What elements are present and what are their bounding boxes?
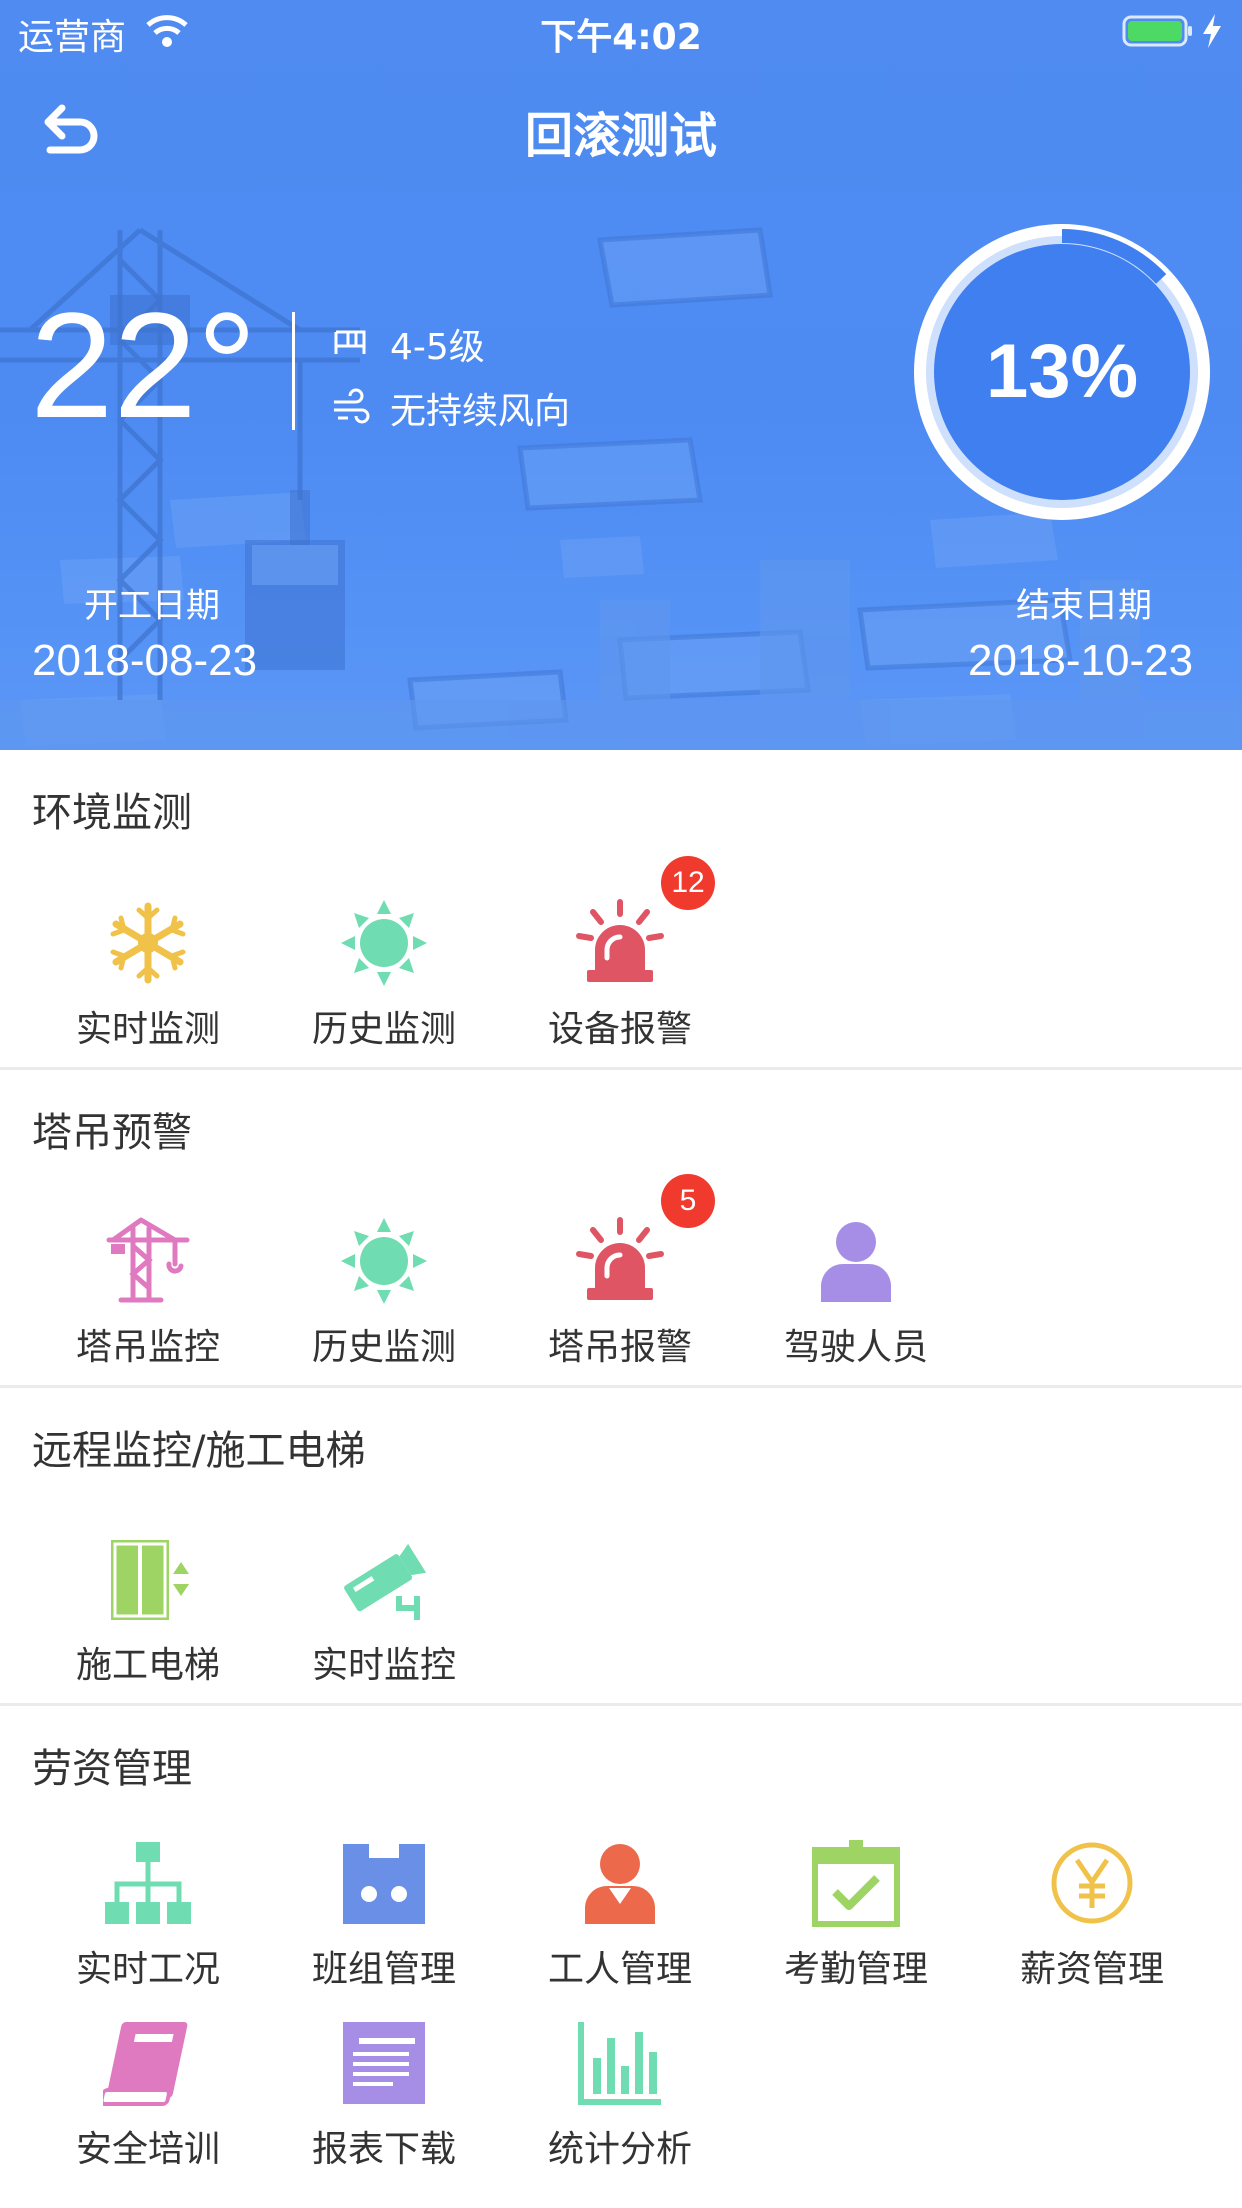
- menu-item-label: 驾驶人员: [783, 1327, 928, 1368]
- wind-direction-text: 无持续风向: [390, 391, 571, 432]
- yuan-coin-icon: [1051, 1842, 1133, 1924]
- end-date-value: 2018-10-23: [968, 636, 1194, 685]
- menu-item-label: 实时监控: [311, 1645, 456, 1686]
- menu-item-label: 实时工况: [75, 1949, 220, 1990]
- wind-direction-row: 无持续风向: [330, 382, 570, 434]
- bar-chart-icon: [578, 2022, 661, 2105]
- section-title: 塔吊预警: [32, 1110, 192, 1156]
- team-icon: [343, 1844, 425, 1924]
- project-header: 运营商 下午4:02 回滚测试 22° 4-5级 无持续风向 13% 开工日期 …: [0, 0, 1242, 750]
- menu-item-label: 施工电梯: [75, 1645, 220, 1686]
- snowflake-icon: [110, 902, 186, 984]
- charging-bolt-icon: [1203, 14, 1221, 48]
- section-title: 环境监测: [32, 790, 192, 836]
- alarm-siren-icon: [576, 899, 664, 982]
- menu-item-tower-crane-monitoring[interactable]: 塔吊监控: [30, 1216, 266, 1370]
- menu-item-construction-elevator[interactable]: 施工电梯: [30, 1534, 266, 1688]
- wind-level-text: 4-5级: [390, 327, 485, 368]
- progress-percentage: 13%: [985, 329, 1139, 414]
- menu-item-history-monitoring[interactable]: 历史监测: [266, 898, 502, 1052]
- menu-item-label: 考勤管理: [783, 1949, 928, 1990]
- wind-level-row: 4-5级: [330, 318, 485, 370]
- elevator-icon: [111, 1540, 189, 1620]
- org-chart-icon: [105, 1842, 191, 1924]
- section-labor-management: 劳资管理 实时工况 班组管理 工人管理 考勤管理 薪资管理 安全培训 报表下载 …: [0, 1706, 1242, 2208]
- status-bar: 运营商 下午4:02: [0, 0, 1242, 62]
- start-date-value: 2018-08-23: [32, 636, 258, 685]
- menu-item-realtime-camera[interactable]: 实时监控: [266, 1534, 502, 1688]
- report-icon: [343, 2022, 425, 2104]
- menu-item-realtime-status[interactable]: 实时工况: [30, 1838, 266, 1992]
- menu-item-label: 安全培训: [75, 2129, 220, 2170]
- menu-item-label: 报表下载: [311, 2129, 456, 2170]
- alarm-count-badge: 12: [661, 856, 715, 910]
- tower-crane-icon: [106, 1217, 190, 1303]
- menu-item-label: 实时监测: [75, 1009, 220, 1050]
- alarm-count-badge: 5: [661, 1174, 715, 1228]
- attendance-calendar-icon: [812, 1840, 900, 1927]
- start-date-label: 开工日期: [84, 586, 220, 626]
- menu-item-device-alarm[interactable]: 12 设备报警: [502, 856, 738, 1052]
- menu-item-report-download[interactable]: 报表下载: [266, 2018, 502, 2172]
- battery-icon: [1122, 15, 1192, 47]
- menu-item-label: 塔吊监控: [75, 1327, 220, 1368]
- sun-icon: [341, 900, 427, 986]
- menu-item-statistical-analysis[interactable]: 统计分析: [502, 2018, 738, 2172]
- wind-level-icon: [334, 330, 366, 354]
- menu-item-drivers[interactable]: 驾驶人员: [738, 1216, 974, 1370]
- menu-item-realtime-monitoring[interactable]: 实时监测: [30, 898, 266, 1052]
- section-tower-crane-warning: 塔吊预警 塔吊监控 历史监测 5 塔吊报警 驾驶人员: [0, 1070, 1242, 1388]
- end-date-label: 结束日期: [1016, 586, 1152, 626]
- worker-icon: [585, 1844, 655, 1924]
- menu-item-attendance-management[interactable]: 考勤管理: [738, 1838, 974, 1992]
- menu-item-label: 塔吊报警: [547, 1327, 692, 1368]
- menu-item-history-monitoring[interactable]: 历史监测: [266, 1216, 502, 1370]
- page-title: 回滚测试: [524, 108, 717, 164]
- wind-icon: [334, 388, 370, 424]
- section-title: 远程监控/施工电梯: [32, 1428, 366, 1474]
- menu-item-label: 设备报警: [547, 1009, 692, 1050]
- menu-item-label: 工人管理: [547, 1949, 692, 1990]
- menu-item-tower-crane-alarm[interactable]: 5 塔吊报警: [502, 1174, 738, 1370]
- book-icon: [103, 2022, 188, 2106]
- person-icon: [821, 1222, 891, 1302]
- sun-icon: [341, 1218, 427, 1304]
- menu-item-label: 历史监测: [311, 1327, 456, 1368]
- alarm-siren-icon: [576, 1217, 664, 1300]
- menu-item-salary-management[interactable]: 薪资管理: [974, 1838, 1210, 1992]
- menu-item-label: 班组管理: [311, 1949, 456, 1990]
- menu-item-team-management[interactable]: 班组管理: [266, 1838, 502, 1992]
- security-camera-icon: [344, 1543, 427, 1620]
- section-environment-monitoring: 环境监测 实时监测 历史监测 12 设备报警: [0, 750, 1242, 1070]
- section-remote-monitoring-elevator: 远程监控/施工电梯 施工电梯 实时监控: [0, 1388, 1242, 1706]
- menu-item-label: 统计分析: [547, 2129, 692, 2170]
- status-time: 下午4:02: [540, 17, 702, 58]
- menu-item-label: 薪资管理: [1019, 1949, 1164, 1990]
- section-title: 劳资管理: [32, 1746, 192, 1792]
- weather-divider: [292, 312, 295, 430]
- menu-item-label: 历史监测: [311, 1009, 456, 1050]
- menu-item-safety-training[interactable]: 安全培训: [30, 2018, 266, 2172]
- temperature-value: 22°: [30, 281, 257, 449]
- menu-item-worker-management[interactable]: 工人管理: [502, 1838, 738, 1992]
